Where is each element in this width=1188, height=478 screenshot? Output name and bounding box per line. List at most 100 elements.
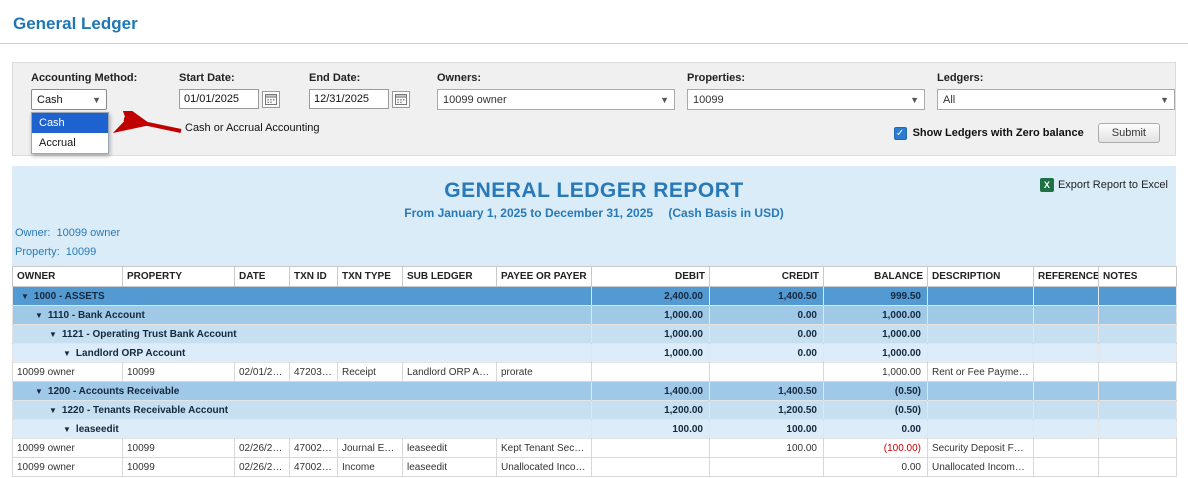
cell-balance: 999.50 [824,287,928,306]
cell-property: 10099 [123,439,235,458]
end-date-input[interactable] [309,89,389,109]
group-label: 1110 - Bank Account [48,310,145,321]
dropdown-option-accrual[interactable]: Accrual [32,133,108,153]
column-header-reference: REFERENCE [1034,267,1099,287]
column-header-notes: NOTES [1099,267,1177,287]
group-label: Landlord ORP Account [76,348,185,359]
report-owner-line: Owner: 10099 owner [15,227,1176,239]
cell-credit: 1,200.50 [710,401,824,420]
table-header-row: OWNERPROPERTYDATETXN IDTXN TYPESUB LEDGE… [13,267,1177,287]
end-date-label: End Date: [309,72,410,84]
ledgers-value: All [943,94,955,106]
table-row: 10099 owner1009902/26/202547002285Income… [13,458,1177,477]
table-row: ▼1000 - ASSETS2,400.001,400.50999.50 [13,287,1177,306]
collapse-triangle-icon[interactable]: ▼ [49,406,57,415]
cell-debit: 1,200.00 [592,401,710,420]
cell-notes [1099,458,1177,477]
cell-notes [1099,363,1177,382]
dropdown-option-cash[interactable]: Cash [32,113,108,133]
group-label-cell: ▼1000 - ASSETS [13,287,592,306]
column-header-balance: BALANCE [824,267,928,287]
report-area: X Export Report to Excel GENERAL LEDGER … [12,166,1176,477]
check-icon: ✓ [896,128,904,139]
column-header-txn-type: TXN TYPE [338,267,403,287]
cell-debit: 1,000.00 [592,344,710,363]
cell-balance: (100.00) [824,439,928,458]
cell-reference [1034,363,1099,382]
export-to-excel-link[interactable]: X Export Report to Excel [1040,178,1168,192]
ledgers-group: Ledgers: All ▼ [937,72,1175,110]
start-date-label: Start Date: [179,72,280,84]
owners-label: Owners: [437,72,675,84]
owners-value: 10099 owner [443,94,507,106]
cell-balance: 1,000.00 [824,344,928,363]
start-date-input[interactable] [179,89,259,109]
chevron-down-icon: ▼ [92,95,101,105]
collapse-triangle-icon[interactable]: ▼ [63,349,71,358]
cell-txn-id: 47002285 [290,439,338,458]
cell-balance: 0.00 [824,420,928,439]
accounting-method-select[interactable]: Cash ▼ [31,89,107,110]
cell-balance: (0.50) [824,382,928,401]
cell-notes [1099,420,1177,439]
cell-txn-id: 47002285 [290,458,338,477]
cell-txn-type: Income [338,458,403,477]
collapse-triangle-icon[interactable]: ▼ [35,311,43,320]
cell-notes [1099,344,1177,363]
table-row: ▼Landlord ORP Account1,000.000.001,000.0… [13,344,1177,363]
cell-debit [592,458,710,477]
group-label-cell: ▼leaseedit [13,420,592,439]
collapse-triangle-icon[interactable]: ▼ [21,292,29,301]
cell-credit: 1,400.50 [710,287,824,306]
cell-description: Unallocated Income a... [928,458,1034,477]
cell-debit [592,363,710,382]
accounting-method-dropdown: Cash Accrual [31,112,109,154]
cell-credit: 100.00 [710,420,824,439]
submit-button[interactable]: Submit [1098,123,1160,143]
owners-group: Owners: 10099 owner ▼ [437,72,675,110]
cell-reference [1034,382,1099,401]
ledgers-label: Ledgers: [937,72,1175,84]
cell-property: 10099 [123,458,235,477]
cell-payee-or-payer: Unallocated Income [497,458,592,477]
collapse-triangle-icon[interactable]: ▼ [35,387,43,396]
cell-reference [1034,401,1099,420]
table-row: ▼1200 - Accounts Receivable1,400.001,400… [13,382,1177,401]
column-header-owner: OWNER [13,267,123,287]
group-label-cell: ▼ 1200 - Accounts Receivable [13,382,592,401]
collapse-triangle-icon[interactable]: ▼ [49,330,57,339]
calendar-icon[interactable] [262,91,280,108]
export-label: Export Report to Excel [1058,179,1168,191]
cell-description [928,401,1034,420]
group-label: 1200 - Accounts Receivable [48,386,179,397]
table-row: ▼leaseedit100.00100.000.00 [13,420,1177,439]
chevron-down-icon: ▼ [1160,95,1169,105]
calendar-icon[interactable] [392,91,410,108]
cell-payee-or-payer: prorate [497,363,592,382]
properties-select[interactable]: 10099 ▼ [687,89,925,110]
owners-select[interactable]: 10099 owner ▼ [437,89,675,110]
cell-debit: 1,400.00 [592,382,710,401]
excel-icon: X [1040,178,1054,192]
annotation-arrow-icon [113,111,189,137]
cell-credit: 100.00 [710,439,824,458]
cell-reference [1034,458,1099,477]
cell-sub-ledger: leaseedit [403,458,497,477]
cell-payee-or-payer: Kept Tenant Security De... [497,439,592,458]
ledger-table: OWNERPROPERTYDATETXN IDTXN TYPESUB LEDGE… [12,266,1177,477]
cell-debit: 2,400.00 [592,287,710,306]
page-title: General Ledger [0,0,1188,34]
cell-credit [710,363,824,382]
cell-balance: (0.50) [824,401,928,420]
cell-description [928,344,1034,363]
table-body: ▼1000 - ASSETS2,400.001,400.50999.50▼111… [13,287,1177,477]
report-basis: (Cash Basis in USD) [668,206,783,220]
column-header-credit: CREDIT [710,267,824,287]
group-label: 1220 - Tenants Receivable Account [62,405,228,416]
properties-group: Properties: 10099 ▼ [687,72,925,110]
ledgers-select[interactable]: All ▼ [937,89,1175,110]
column-header-description: DESCRIPTION [928,267,1034,287]
zero-balance-checkbox[interactable]: ✓ [894,127,907,140]
cell-property: 10099 [123,363,235,382]
collapse-triangle-icon[interactable]: ▼ [63,425,71,434]
